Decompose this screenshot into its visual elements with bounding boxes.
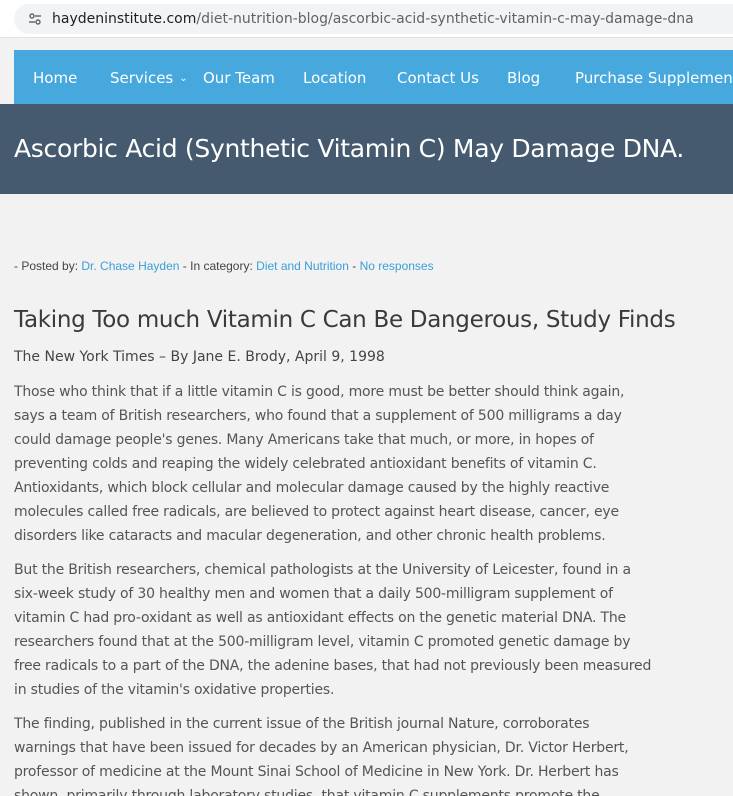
page-title: Ascorbic Acid (Synthetic Vitamin C) May … xyxy=(14,134,685,163)
nav-contact-us[interactable]: Contact Us xyxy=(397,69,479,87)
url-field[interactable]: haydeninstitute.com/diet-nutrition-blog/… xyxy=(14,4,733,34)
article-paragraph-1: Those who think that if a little vitamin… xyxy=(14,384,625,544)
nav-location[interactable]: Location xyxy=(303,69,366,87)
main-navigation: Home Services ⌄ Our Team Location Contact… xyxy=(14,50,733,104)
page-title-band: Ascorbic Acid (Synthetic Vitamin C) May … xyxy=(0,104,733,194)
meta-separator: - xyxy=(352,259,357,273)
nav-blog[interactable]: Blog xyxy=(507,69,540,87)
responses-link[interactable]: No responses xyxy=(360,259,434,273)
url-domain: haydeninstitute.com xyxy=(52,11,197,27)
article-byline: The New York Times – By Jane E. Brody, A… xyxy=(14,349,385,365)
chevron-down-icon: ⌄ xyxy=(179,73,188,84)
article-paragraph-3: The finding, published in the current is… xyxy=(14,716,629,796)
nav-services[interactable]: Services ⌄ xyxy=(110,69,188,87)
article-paragraph-2: But the British researchers, chemical pa… xyxy=(14,562,652,698)
browser-address-bar: haydeninstitute.com/diet-nutrition-blog/… xyxy=(0,0,733,38)
url-text: haydeninstitute.com/diet-nutrition-blog/… xyxy=(52,11,694,27)
nav-purchase-supplements[interactable]: Purchase Supplements xyxy=(575,69,733,87)
posted-by-label: - Posted by: xyxy=(14,259,79,273)
article-title: Taking Too much Vitamin C Can Be Dangero… xyxy=(14,307,676,333)
tune-icon[interactable] xyxy=(28,12,42,26)
nav-our-team[interactable]: Our Team xyxy=(203,69,275,87)
url-path: /diet-nutrition-blog/ascorbic-acid-synth… xyxy=(196,11,694,27)
nav-services-label: Services xyxy=(110,69,174,87)
nav-home[interactable]: Home xyxy=(33,69,77,87)
post-meta: - Posted by: Dr. Chase Hayden - In categ… xyxy=(14,259,434,273)
author-link[interactable]: Dr. Chase Hayden xyxy=(81,259,179,273)
category-label: - In category: xyxy=(182,259,253,273)
category-link[interactable]: Diet and Nutrition xyxy=(256,259,349,273)
